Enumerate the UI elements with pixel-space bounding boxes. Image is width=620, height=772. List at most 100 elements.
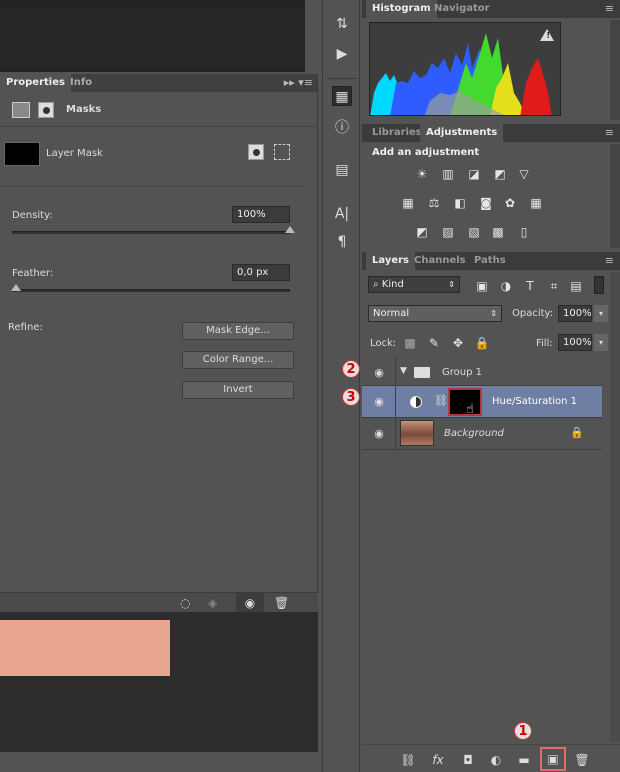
- hue-saturation-icon[interactable]: ▦: [400, 195, 416, 211]
- filter-type-icon[interactable]: T: [522, 278, 538, 294]
- fill-label: Fill:: [536, 338, 553, 349]
- density-slider-thumb[interactable]: [285, 226, 295, 233]
- layer-mask-thumbnail[interactable]: [4, 142, 40, 166]
- panel-menu-icon[interactable]: ▸▸ ▾≡: [284, 76, 313, 90]
- histogram-menu-icon[interactable]: ≡: [605, 2, 614, 16]
- delete-mask-icon[interactable]: 🗑: [274, 596, 289, 610]
- fill-dropdown-icon[interactable]: ▾: [594, 334, 608, 351]
- photo-filter-icon[interactable]: ◙: [478, 195, 494, 211]
- info-icon[interactable]: ⓘ: [332, 118, 352, 138]
- color-lookup-icon[interactable]: ▦: [528, 195, 544, 211]
- adjustments-tab-bar: Libraries Adjustments ≡: [362, 124, 620, 142]
- fill-input[interactable]: 100%: [558, 334, 592, 351]
- chevron-updown-icon: ⇕: [448, 280, 455, 289]
- link-chain-icon[interactable]: ⛓: [434, 394, 448, 407]
- posterize-icon[interactable]: ▨: [440, 224, 456, 240]
- fx-icon[interactable]: fx: [430, 753, 446, 767]
- layer-name[interactable]: Background: [444, 428, 504, 439]
- tab-libraries[interactable]: Libraries: [366, 124, 428, 142]
- invert-icon[interactable]: ◩: [414, 224, 430, 240]
- feather-slider[interactable]: [12, 289, 290, 292]
- history-icon[interactable]: ⇅: [332, 14, 352, 34]
- adjustments-scrollbar[interactable]: [610, 144, 620, 248]
- exposure-icon[interactable]: ◩: [492, 166, 508, 182]
- new-adjustment-icon[interactable]: ◐: [488, 753, 504, 767]
- add-mask-icon[interactable]: ◘: [460, 753, 476, 767]
- layer-filter-select[interactable]: ⌕ Kind ⇕: [368, 276, 460, 293]
- histogram-tab-bar: Histogram Navigator ≡: [362, 0, 620, 18]
- new-group-icon[interactable]: ▬: [516, 753, 532, 767]
- folder-icon: [414, 367, 430, 378]
- layers-menu-icon[interactable]: ≡: [605, 254, 614, 268]
- expand-triangle-icon[interactable]: ▼: [400, 366, 407, 376]
- levels-icon[interactable]: ▥: [440, 166, 456, 182]
- layer-mask-thumbnail[interactable]: [448, 388, 482, 416]
- curves-icon[interactable]: ◪: [466, 166, 482, 182]
- layer-comps-icon[interactable]: ▤: [332, 160, 352, 180]
- opacity-dropdown-icon[interactable]: ▾: [594, 305, 608, 322]
- character-icon[interactable]: A|: [332, 204, 352, 224]
- lock-transparent-icon[interactable]: ▩: [402, 335, 418, 351]
- brightness-contrast-icon[interactable]: ☀: [414, 166, 430, 182]
- step-badge: 3: [342, 388, 360, 406]
- vector-mask-add-icon[interactable]: [274, 144, 290, 160]
- layers-tab-bar: Layers Channels Paths ≡: [362, 252, 620, 270]
- layer-row-background[interactable]: ◉ Background 🔒: [362, 418, 602, 450]
- histogram-scrollbar[interactable]: [610, 20, 620, 120]
- layer-name[interactable]: Hue/Saturation 1: [492, 396, 577, 407]
- blend-mode-select[interactable]: Normal ⇕: [368, 305, 502, 322]
- feather-label: Feather:: [12, 268, 54, 279]
- layer-row-adjustment[interactable]: ◉ ⛓ ☝ Hue/Saturation 1: [362, 386, 602, 418]
- properties-dock-icon[interactable]: ▦: [332, 86, 352, 106]
- play-action-icon[interactable]: ▶: [332, 44, 352, 64]
- selection-icon[interactable]: ◌: [180, 596, 190, 610]
- lock-position-icon[interactable]: ✥: [450, 335, 466, 351]
- tab-properties[interactable]: Properties: [0, 74, 71, 92]
- trash-icon[interactable]: 🗑: [574, 753, 590, 767]
- new-layer-icon[interactable]: ▣: [540, 747, 566, 771]
- vibrance-icon[interactable]: ▽: [516, 166, 532, 182]
- visibility-icon[interactable]: ◉: [236, 593, 264, 613]
- tab-adjustments[interactable]: Adjustments: [420, 124, 504, 142]
- link-layers-icon[interactable]: ⛓: [400, 753, 416, 767]
- invert-button[interactable]: Invert: [182, 381, 294, 399]
- mask-select-icon[interactable]: [248, 144, 264, 160]
- opacity-input[interactable]: 100%: [558, 305, 592, 322]
- tab-histogram[interactable]: Histogram: [366, 0, 437, 18]
- feather-input[interactable]: 0,0 px: [232, 264, 290, 281]
- filter-toggle[interactable]: [594, 276, 604, 294]
- density-slider[interactable]: [12, 231, 290, 234]
- gradient-map-icon[interactable]: ▯: [516, 224, 532, 240]
- filter-pixel-icon[interactable]: ▣: [474, 278, 490, 294]
- filter-shape-icon[interactable]: ⌗: [546, 278, 562, 294]
- color-range-button[interactable]: Color Range...: [182, 351, 294, 369]
- background-thumbnail: [400, 420, 434, 446]
- layer-row-group[interactable]: ◉ ▼ Group 1: [362, 358, 602, 386]
- layers-scrollbar[interactable]: [610, 272, 620, 742]
- color-balance-icon[interactable]: ⚖: [426, 195, 442, 211]
- masks-title: Masks: [66, 104, 102, 115]
- threshold-icon[interactable]: ▧: [466, 224, 482, 240]
- pixel-mask-icon[interactable]: [12, 102, 30, 118]
- feather-slider-thumb[interactable]: [11, 284, 21, 291]
- layer-name[interactable]: Group 1: [442, 367, 482, 378]
- paragraph-icon[interactable]: ¶: [332, 232, 352, 252]
- selective-color-icon[interactable]: ▩: [490, 224, 506, 240]
- apply-mask-icon[interactable]: ◈: [208, 596, 217, 610]
- lock-image-icon[interactable]: ✎: [426, 335, 442, 351]
- properties-tab-bar: Properties Info ▸▸ ▾≡: [0, 74, 317, 92]
- tab-paths[interactable]: Paths: [468, 252, 512, 270]
- filter-adjustment-icon[interactable]: ◑: [498, 278, 514, 294]
- tab-navigator[interactable]: Navigator: [428, 0, 496, 18]
- tab-channels[interactable]: Channels: [408, 252, 472, 270]
- adjustments-menu-icon[interactable]: ≡: [605, 126, 614, 140]
- filter-smart-object-icon[interactable]: ▤: [568, 278, 584, 294]
- channel-mixer-icon[interactable]: ✿: [502, 195, 518, 211]
- lock-all-icon[interactable]: 🔒: [474, 335, 490, 351]
- vector-mask-icon[interactable]: [38, 102, 54, 118]
- black-white-icon[interactable]: ◧: [452, 195, 468, 211]
- layer-mask-label: Layer Mask: [46, 148, 103, 159]
- tab-info[interactable]: Info: [64, 74, 98, 92]
- density-input[interactable]: 100%: [232, 206, 290, 223]
- mask-edge-button[interactable]: Mask Edge...: [182, 322, 294, 340]
